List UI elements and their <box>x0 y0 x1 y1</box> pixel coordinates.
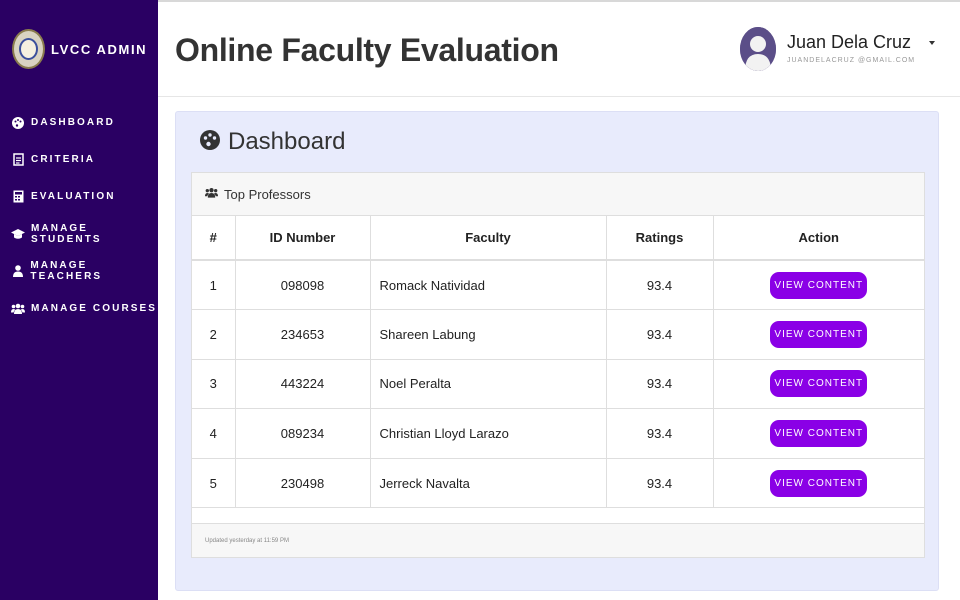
card-title: Top Professors <box>224 186 311 202</box>
dashboard-heading: Dashboard <box>200 128 345 156</box>
table-row: 1 098098 Romack Natividad 93.4 VIEW CONT… <box>192 260 924 311</box>
row-faculty: Jerreck Navalta <box>370 458 607 509</box>
row-rating: 93.4 <box>606 260 714 311</box>
updated-timestamp: Updated yesterday at 11:59 PM <box>205 537 289 544</box>
brand-name: LVCC ADMIN <box>51 41 148 57</box>
row-action: VIEW CONTENT <box>713 359 924 410</box>
avatar <box>740 27 776 71</box>
row-number: 2 <box>192 309 236 360</box>
sidebar-item-label: MANAGE TEACHERS <box>30 260 103 283</box>
row-id-number: 443224 <box>235 359 371 410</box>
column-header-action: Action <box>713 216 924 261</box>
row-rating: 93.4 <box>606 309 714 360</box>
row-id-number: 234653 <box>235 309 371 360</box>
sidebar-nav: DASHBOARD CRITERIA EVALUATION MANAGE STU… <box>0 104 158 327</box>
calculator-icon <box>11 190 25 204</box>
view-content-button[interactable]: VIEW CONTENT <box>770 320 868 348</box>
column-header-faculty: Faculty <box>370 216 607 261</box>
sidebar-item-dashboard[interactable]: DASHBOARD <box>0 104 158 141</box>
table-row: 5 230498 Jerreck Navalta 93.4 VIEW CONTE… <box>192 458 924 509</box>
sidebar-item-label: DASHBOARD <box>31 117 115 129</box>
column-header-number: # <box>192 216 236 261</box>
user-email: JUANDELACRUZ @GMAIL.COM <box>787 57 916 64</box>
table-row: 4 089234 Christian Lloyd Larazo 93.4 VIE… <box>192 408 924 459</box>
row-number: 1 <box>192 260 236 311</box>
row-action: VIEW CONTENT <box>713 458 924 509</box>
row-rating: 93.4 <box>606 359 714 410</box>
row-id-number: 098098 <box>235 260 371 311</box>
view-content-button[interactable]: VIEW CONTENT <box>770 271 868 299</box>
card-footer: Updated yesterday at 11:59 PM <box>192 523 924 557</box>
sidebar-item-manage-teachers[interactable]: MANAGE TEACHERS <box>0 253 158 290</box>
palette-icon <box>11 116 25 130</box>
row-action: VIEW CONTENT <box>713 309 924 360</box>
row-id-number: 230498 <box>235 458 371 509</box>
table-row: 3 443224 Noel Peralta 93.4 VIEW CONTENT <box>192 359 924 410</box>
sidebar-item-evaluation[interactable]: EVALUATION <box>0 178 158 215</box>
row-faculty: Shareen Labung <box>370 309 607 360</box>
palette-icon <box>200 129 220 155</box>
table-header-row: # ID Number Faculty Ratings Action <box>192 216 924 261</box>
row-number: 3 <box>192 359 236 410</box>
document-icon <box>11 153 25 167</box>
row-number: 5 <box>192 458 236 509</box>
row-number: 4 <box>192 408 236 459</box>
row-faculty: Noel Peralta <box>370 359 607 410</box>
sidebar-item-label: MANAGE COURSES <box>31 303 158 315</box>
users-icon <box>205 185 218 203</box>
top-bar: Online Faculty Evaluation Juan Dela Cruz… <box>158 0 960 97</box>
dashboard-title: Dashboard <box>228 128 346 155</box>
view-content-button[interactable]: VIEW CONTENT <box>770 469 868 497</box>
users-icon <box>11 302 25 316</box>
sidebar-item-label: EVALUATION <box>31 191 116 203</box>
top-professors-card: Top Professors # ID Number Faculty Ratin… <box>191 172 925 558</box>
sidebar-item-manage-courses[interactable]: MANAGE COURSES <box>0 290 158 327</box>
sidebar-item-criteria[interactable]: CRITERIA <box>0 141 158 178</box>
sidebar-item-label: CRITERIA <box>31 154 96 166</box>
row-rating: 93.4 <box>606 458 714 509</box>
page-title: Online Faculty Evaluation <box>175 32 559 68</box>
column-header-id: ID Number <box>235 216 371 261</box>
column-header-ratings: Ratings <box>606 216 714 261</box>
graduation-cap-icon <box>11 227 25 241</box>
card-header: Top Professors <box>192 173 924 216</box>
brand[interactable]: LVCC ADMIN <box>12 28 147 70</box>
row-faculty: Christian Lloyd Larazo <box>370 408 607 459</box>
chevron-down-icon[interactable] <box>929 41 936 45</box>
user-info: Juan Dela Cruz JUANDELACRUZ @GMAIL.COM <box>787 27 915 64</box>
row-action: VIEW CONTENT <box>713 260 924 311</box>
row-id-number: 089234 <box>235 408 371 459</box>
row-rating: 93.4 <box>606 408 714 459</box>
table-row: 2 234653 Shareen Labung 93.4 VIEW CONTEN… <box>192 309 924 360</box>
sidebar: LVCC ADMIN DASHBOARD CRITERIA EVALUATION… <box>0 0 158 600</box>
user-menu[interactable]: Juan Dela Cruz JUANDELACRUZ @GMAIL.COM <box>740 27 936 73</box>
view-content-button[interactable]: VIEW CONTENT <box>770 370 868 398</box>
user-icon <box>11 264 24 278</box>
dashboard-panel: Dashboard Top Professors # ID Number Fac… <box>175 111 939 591</box>
professors-table: # ID Number Faculty Ratings Action 1 098… <box>192 216 924 509</box>
sidebar-item-label: MANAGE STUDENTS <box>31 223 102 246</box>
row-faculty: Romack Natividad <box>370 260 607 311</box>
row-action: VIEW CONTENT <box>713 408 924 459</box>
school-logo <box>12 29 45 69</box>
sidebar-item-manage-students[interactable]: MANAGE STUDENTS <box>0 216 158 253</box>
view-content-button[interactable]: VIEW CONTENT <box>770 420 868 448</box>
user-name: Juan Dela Cruz <box>787 32 912 52</box>
